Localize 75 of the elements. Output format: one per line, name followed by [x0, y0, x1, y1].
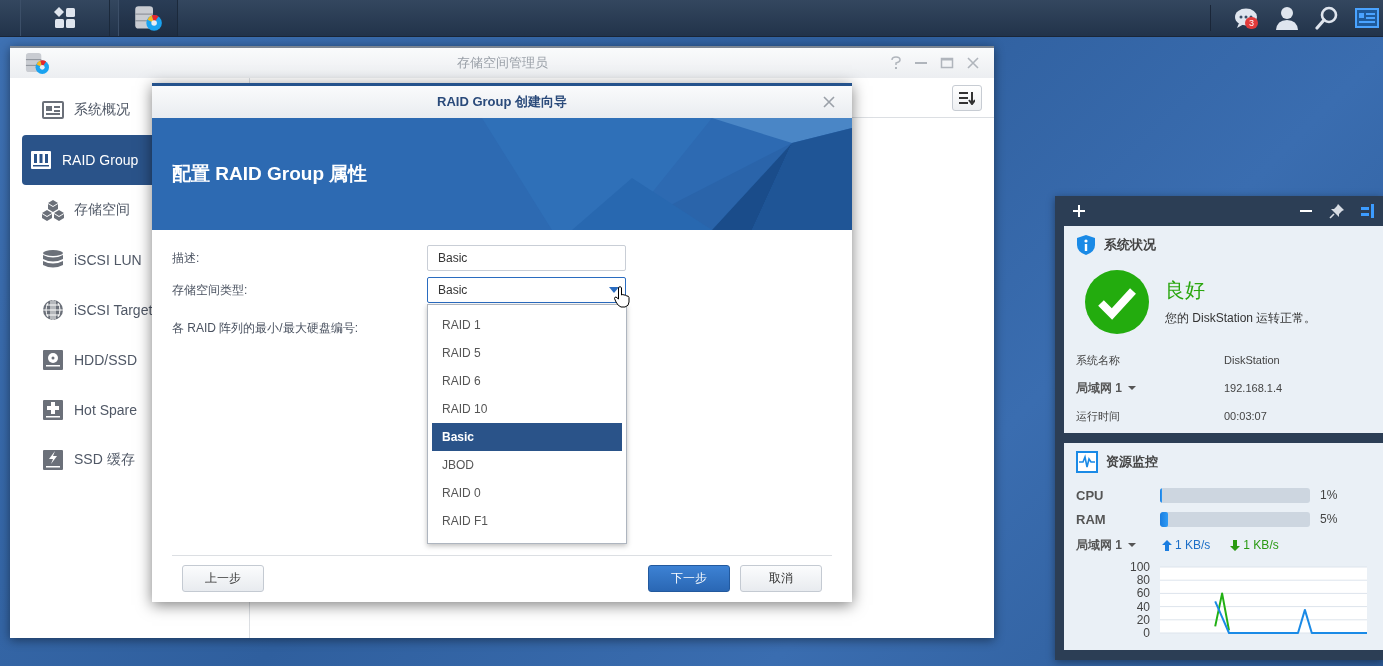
widget-title: 资源监控: [1106, 453, 1158, 471]
info-value: 00:03:07: [1224, 410, 1267, 422]
plus-drive-icon: [42, 399, 64, 421]
dropdown-option[interactable]: RAID 0: [432, 479, 622, 507]
widget-title: 系统状况: [1104, 236, 1156, 254]
dropdown-option[interactable]: Basic: [432, 423, 622, 451]
window-title: 存储空间管理员: [456, 55, 548, 70]
network-selector[interactable]: 局域网 1: [1076, 379, 1122, 397]
sidebar-item[interactable]: Hot Spare: [22, 385, 249, 435]
dropdown-option[interactable]: RAID 5: [432, 339, 622, 367]
download-rate: 1 KB/s: [1243, 538, 1279, 552]
lightning-drive-icon: [42, 449, 64, 471]
raid-array-icon: [30, 149, 52, 171]
plus-icon[interactable]: [1072, 204, 1086, 218]
wizard-button[interactable]: 上一步: [182, 565, 264, 592]
info-value: DiskStation: [1224, 354, 1280, 366]
caret-icon: [1128, 543, 1136, 547]
disk-drive-icon: [42, 349, 64, 371]
panel-layout-icon[interactable]: [1361, 204, 1375, 218]
search-icon[interactable]: [1315, 6, 1339, 30]
field-label: 各 RAID 阵列的最小/最大硬盘编号:: [172, 319, 359, 337]
dropdown-option[interactable]: JBOD: [432, 451, 622, 479]
meter-label: CPU: [1076, 487, 1105, 503]
axis-tick-label: 0: [1143, 626, 1150, 637]
widgets-icon[interactable]: [1355, 8, 1379, 28]
storage-app-icon: [24, 51, 50, 75]
taskbar-app-button[interactable]: [118, 0, 178, 36]
network-selector[interactable]: 局域网 1: [1076, 536, 1122, 554]
download-arrow-icon: [1230, 539, 1241, 551]
dropdown-option[interactable]: RAID 6: [432, 367, 622, 395]
check-circle-icon: [1085, 270, 1149, 334]
axis-tick-label: 40: [1136, 599, 1150, 614]
sort-button[interactable]: [952, 84, 982, 111]
pin-icon[interactable]: [1329, 203, 1345, 219]
info-label: 运行时间: [1076, 408, 1120, 424]
pulse-monitor-icon: [1076, 451, 1098, 473]
axis-tick-label: 100: [1129, 561, 1150, 574]
dropdown-option[interactable]: RAID 1: [432, 311, 622, 339]
main-menu-button[interactable]: [20, 0, 110, 36]
dialog-title: RAID Group 创建向导: [437, 93, 567, 111]
storage-type-dropdown[interactable]: Basic: [427, 277, 626, 303]
field-label: 存储空间类型:: [172, 281, 249, 299]
meter-label: RAM: [1076, 511, 1107, 527]
overview-icon: [42, 99, 64, 121]
storage-app-icon: [133, 4, 163, 32]
meter-reading: 1%: [1320, 488, 1338, 502]
main-menu-icon: [53, 6, 77, 30]
axis-tick-label: 20: [1136, 612, 1150, 627]
meter-reading: 5%: [1320, 512, 1338, 526]
sort-icon: [959, 90, 975, 105]
wizard-button[interactable]: 取消: [740, 565, 822, 592]
sidebar-item[interactable]: 存储空间: [22, 185, 249, 235]
info-shield-icon: [1076, 234, 1096, 256]
caret-icon: [609, 287, 619, 293]
sidebar-item[interactable]: HDD/SSD: [22, 335, 249, 385]
wizard-button[interactable]: 下一步: [648, 565, 730, 592]
axis-tick-label: 60: [1136, 586, 1150, 601]
upload-rate: 1 KB/s: [1175, 538, 1211, 552]
globe-icon: [42, 299, 64, 321]
cubes-icon: [42, 199, 64, 221]
info-value: 192.168.1.4: [1224, 382, 1283, 394]
axis-tick-label: 80: [1136, 573, 1150, 588]
notifications-button[interactable]: 3: [1233, 5, 1259, 31]
sidebar-item[interactable]: SSD 缓存: [22, 435, 249, 485]
notification-badge: 3: [1245, 17, 1258, 29]
info-label: 系统名称: [1076, 352, 1120, 368]
dropdown-option[interactable]: RAID 10: [432, 395, 622, 423]
field-label: 描述:: [172, 249, 201, 267]
user-icon[interactable]: [1275, 6, 1299, 30]
status-message: 您的 DiskStation 运转正常。: [1165, 310, 1317, 327]
description-field[interactable]: Basic: [427, 245, 626, 271]
upload-arrow-icon: [1162, 539, 1172, 551]
status-text: 良好: [1165, 278, 1206, 303]
sidebar-item[interactable]: 系统概况: [22, 85, 249, 135]
dropdown-option[interactable]: RAID F1: [432, 507, 622, 535]
